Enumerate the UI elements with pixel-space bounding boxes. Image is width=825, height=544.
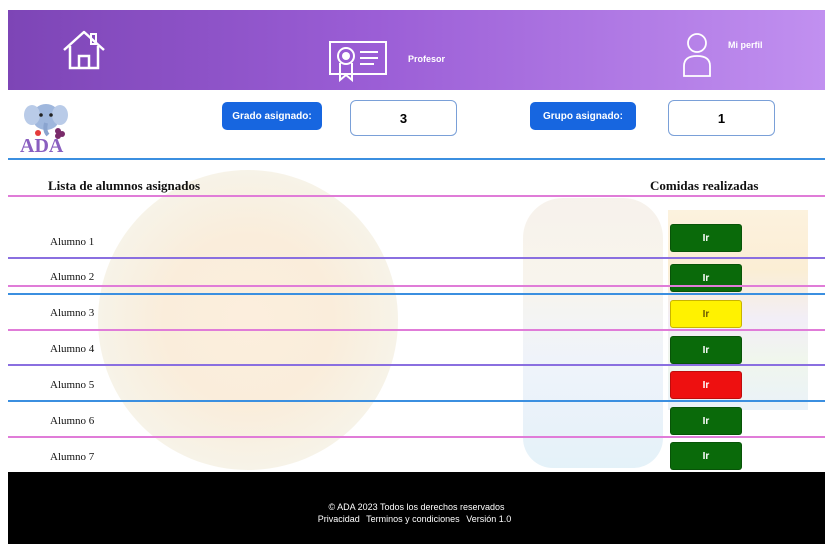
divider [8,293,825,295]
user-icon[interactable] [682,32,712,83]
student-name: Alumno 6 [50,415,95,427]
privacy-link[interactable]: Privacidad [318,514,360,524]
divider [8,400,825,402]
student-name: Alumno 2 [50,271,95,283]
grade-label-pill: Grado asignado: [222,102,322,130]
student-name: Alumno 5 [50,379,95,391]
list-heading: Lista de alumnos asignados [48,178,201,193]
divider [8,329,825,331]
student-name: Alumno 1 [50,236,95,248]
go-button[interactable]: Ir [670,442,742,470]
logo-text: ADA [20,135,64,157]
water-jar-background [523,198,663,468]
group-value-field[interactable]: 1 [668,100,775,136]
certificate-icon[interactable] [328,40,388,89]
top-border [0,0,825,10]
version-text: Versión 1.0 [466,514,512,524]
divider [8,195,825,197]
divider [8,257,825,259]
home-icon[interactable] [60,28,108,77]
student-list-panel: Lista de alumnos asignados Comidas reali… [8,160,825,472]
go-button[interactable]: Ir [670,264,742,292]
divider [8,436,825,438]
food-plate-background [98,170,398,470]
copyright-text: © ADA 2023 Todos los derechos reservados [328,502,505,512]
grade-value-field[interactable]: 3 [350,100,457,136]
go-button[interactable]: Ir [670,407,742,435]
footer-links: Privacidad Terminos y condiciones Versió… [8,514,825,524]
terms-link[interactable]: Terminos y condiciones [366,514,460,524]
meals-heading: Comidas realizadas [650,178,759,193]
student-name: Alumno 4 [50,343,95,355]
student-name: Alumno 3 [50,307,95,319]
ada-logo: ADA [18,95,78,157]
student-name: Alumno 7 [50,451,95,463]
go-button[interactable]: Ir [670,371,742,399]
go-button[interactable]: Ir [670,300,742,328]
divider [8,364,825,366]
go-button[interactable]: Ir [670,224,742,252]
group-label-pill: Grupo asignado: [530,102,636,130]
header-bar: Profesor Mi perfil [8,10,825,90]
nav-profile-label[interactable]: Mi perfil [728,40,763,50]
footer: © ADA 2023 Todos los derechos reservados… [8,472,825,544]
go-button[interactable]: Ir [670,336,742,364]
nav-role-label[interactable]: Profesor [408,54,445,64]
divider [8,285,825,287]
